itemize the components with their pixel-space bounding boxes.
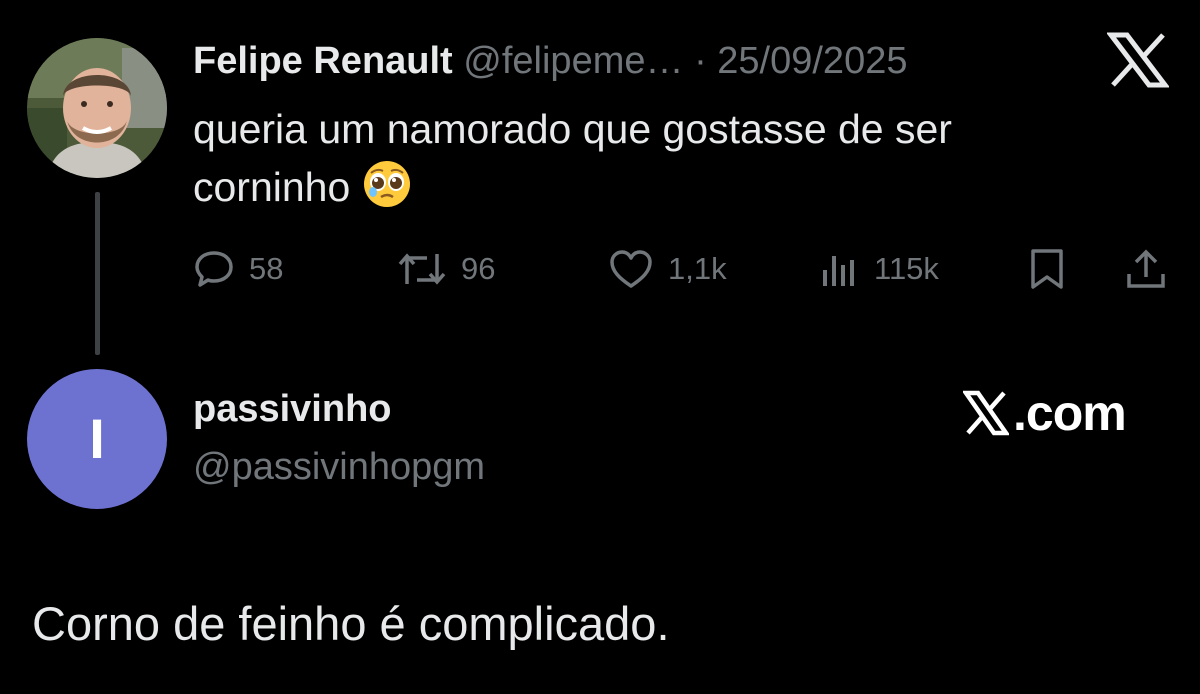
reply-handle[interactable]: @passivinhopgm — [193, 446, 485, 489]
repost-count: 96 — [461, 251, 496, 286]
tweet-text-line-1: queria um namorado que gostasse de ser — [193, 106, 952, 152]
tweet-action-bar: 58 96 1,1k 115k — [0, 244, 1200, 294]
bookmark-action[interactable] — [1027, 244, 1067, 294]
views-action[interactable]: 115k — [818, 244, 939, 294]
tweet-text: queria um namorado que gostasse de ser c… — [193, 100, 1123, 216]
share-action[interactable] — [1124, 244, 1168, 294]
author-name[interactable]: Felipe Renault — [193, 40, 453, 82]
x-logo-icon[interactable] — [1105, 32, 1171, 88]
author-avatar[interactable] — [27, 38, 167, 178]
repost-icon — [398, 253, 446, 285]
pleading-face-emoji-icon — [362, 159, 412, 209]
like-action[interactable]: 1,1k — [608, 244, 727, 294]
author-handle[interactable]: @felipeme… — [463, 40, 683, 82]
screenshot-page: Felipe Renault @felipeme… · 25/09/2025 q… — [0, 0, 1200, 694]
x-com-brand: .com — [963, 384, 1127, 442]
like-icon — [610, 250, 652, 288]
reply-avatar-letter: I — [89, 407, 105, 470]
reply-display-name[interactable]: passivinho — [193, 388, 392, 431]
header-separator: · — [694, 40, 707, 82]
tweet-date[interactable]: 25/09/2025 — [717, 40, 907, 82]
reply-avatar[interactable]: I — [27, 369, 167, 509]
repost-action[interactable]: 96 — [397, 244, 495, 294]
share-icon — [1127, 249, 1165, 288]
bookmark-icon — [1031, 249, 1063, 289]
reply-action[interactable]: 58 — [193, 244, 283, 294]
reply-text: Corno de feinho é complicado. — [32, 597, 670, 650]
brand-suffix: .com — [1013, 385, 1127, 441]
tweet-header: Felipe Renault @felipeme… · 25/09/2025 — [193, 36, 907, 86]
x-logo-icon — [963, 390, 1009, 436]
views-icon — [823, 256, 854, 286]
tweet-text-line-2: corninho — [193, 164, 351, 210]
reply-count: 58 — [249, 251, 284, 286]
view-count: 115k — [874, 251, 939, 286]
reply-icon — [195, 251, 233, 287]
like-count: 1,1k — [668, 251, 727, 286]
